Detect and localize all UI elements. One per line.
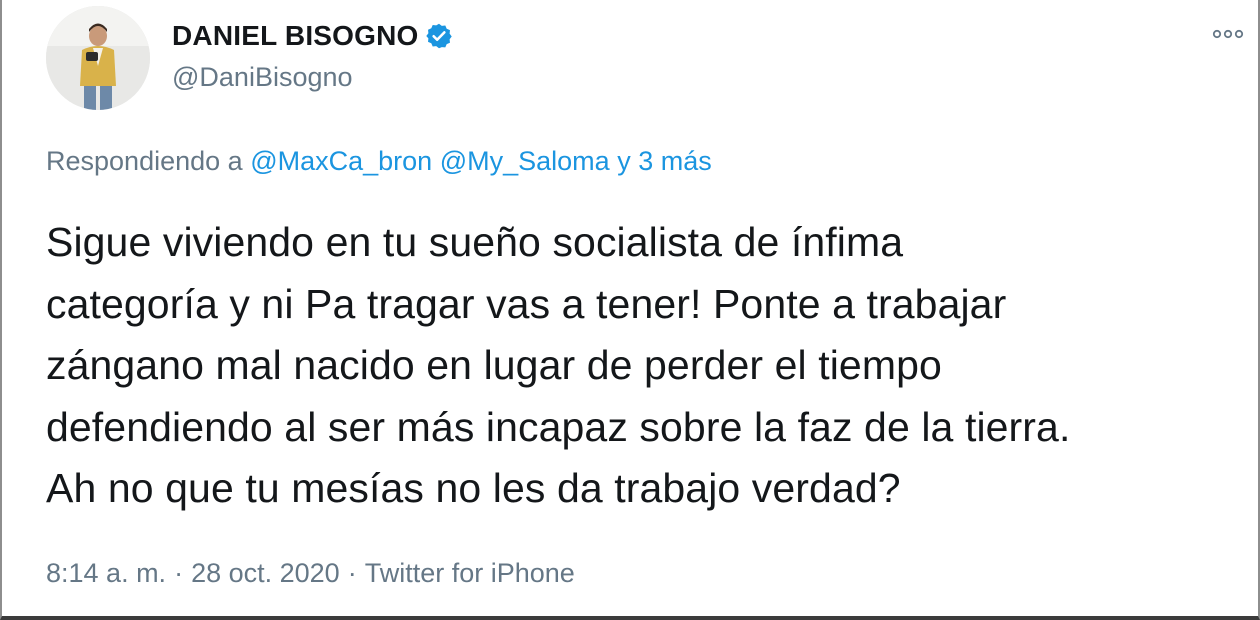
tweet-text-line: Ah no que tu mesías no les da trabajo ve… (46, 465, 901, 511)
replying-to: Respondiendo a @MaxCa_bron @My_Saloma y … (46, 146, 712, 177)
meta-separator: · (347, 558, 357, 588)
more-options-icon[interactable] (1210, 24, 1246, 44)
tweet-date[interactable]: 28 oct. 2020 (191, 558, 340, 588)
tweet-text-line: defendiendo al ser más incapaz sobre la … (46, 403, 1071, 450)
author-name-row: DANIEL BISOGNO (172, 20, 453, 52)
tweet-time[interactable]: 8:14 a. m. (46, 558, 166, 588)
tweet-metadata: 8:14 a. m. · 28 oct. 2020 · Twitter for iPho… (46, 558, 575, 589)
tweet-text-line: categoría y ni Pa tragar vas a tener! Po… (46, 280, 1007, 327)
author-handle[interactable]: @DaniBisogno (172, 62, 353, 93)
tweet-text: Sigue viviendo en tu sueño socialista de… (46, 212, 1256, 520)
verified-badge-icon (425, 22, 453, 50)
mention-link[interactable]: @MaxCa_bron (250, 146, 432, 176)
reply-others-link[interactable]: y 3 más (617, 146, 712, 176)
author-display-name[interactable]: DANIEL BISOGNO (172, 20, 419, 52)
meta-separator: · (174, 558, 184, 588)
tweet-text-line: zángano mal nacido en lugar de perder el… (46, 342, 942, 388)
tweet-card: DANIEL BISOGNO @DaniBisogno Respondiendo… (0, 0, 1260, 620)
tweet-text-line: Sigue viviendo en tu sueño socialista de… (46, 219, 904, 265)
replying-to-prefix: Respondiendo a (46, 146, 243, 176)
tweet-source[interactable]: Twitter for iPhone (365, 558, 575, 588)
mention-link[interactable]: @My_Saloma (440, 146, 610, 176)
avatar-image (46, 6, 150, 110)
avatar[interactable] (46, 6, 150, 110)
